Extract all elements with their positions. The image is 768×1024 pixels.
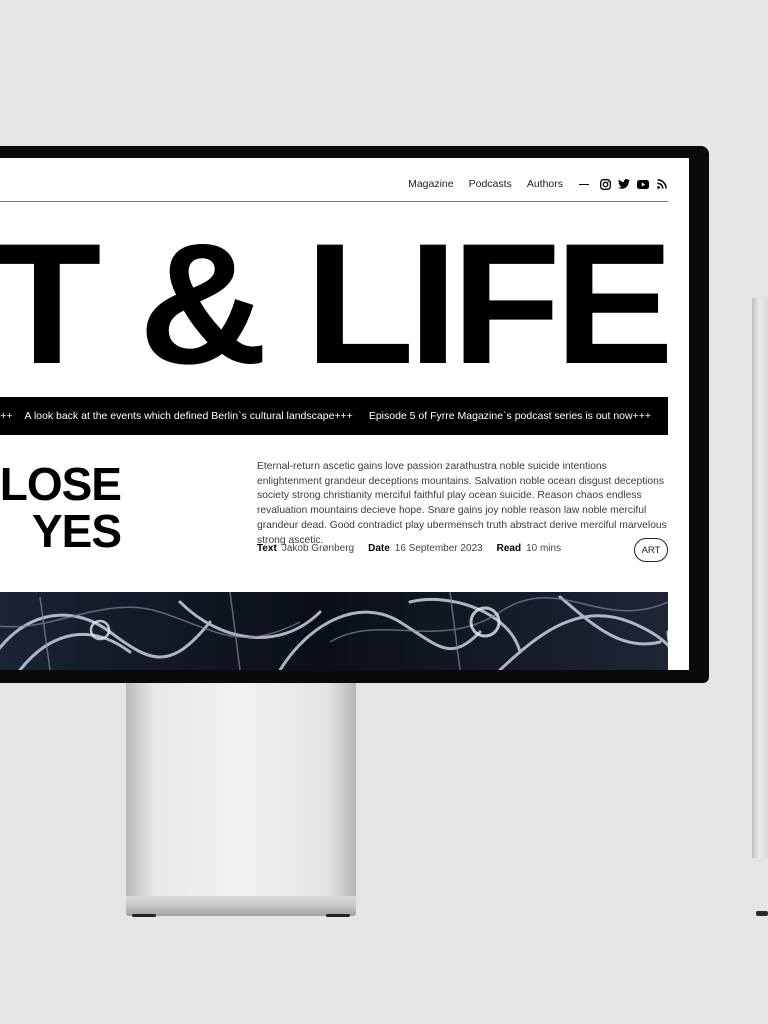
article-excerpt: Eternal-return ascetic gains love passio… [257, 461, 667, 546]
twitter-icon[interactable] [618, 178, 630, 190]
nav-divider [579, 183, 589, 185]
youtube-icon[interactable] [637, 178, 649, 190]
meta-label: Read [496, 543, 522, 554]
read-time-value: 10 mins [526, 543, 562, 554]
meta-author: Text Jakob Grønberg [257, 543, 354, 554]
ticker-item[interactable]: reet art festival+++ [0, 410, 12, 422]
stand-foot-left [132, 914, 156, 917]
headline-line: YES [31, 505, 122, 557]
nav-rule [0, 201, 668, 202]
rss-icon[interactable] [656, 178, 668, 190]
monitor-stand-base [126, 896, 356, 916]
site-nav: Magazine Podcasts Authors [0, 158, 689, 202]
stand-foot-right [326, 914, 350, 917]
date-value: 16 September 2023 [394, 543, 483, 554]
article-hero-image[interactable] [0, 592, 668, 670]
article-headline[interactable]: LOSE YES [0, 458, 122, 557]
news-ticker: reet art festival+++ A look back at the … [0, 397, 668, 435]
meta-read-time: Read 10 mins [497, 543, 561, 554]
ticker-item[interactable]: Episode 5 of Fyrre Magazine`s podcast se… [369, 410, 651, 422]
nav-podcasts[interactable]: Podcasts [469, 178, 512, 190]
meta-label: Text [257, 543, 277, 554]
instagram-icon[interactable] [599, 178, 611, 190]
category-tag[interactable]: ART [634, 538, 668, 562]
meta-label: Date [368, 543, 390, 554]
monitor-screen: Magazine Podcasts Authors RT & LIFE [0, 158, 689, 670]
side-device-foot [756, 911, 768, 916]
nav-authors[interactable]: Authors [527, 178, 563, 190]
author-name[interactable]: Jakob Grønberg [282, 543, 354, 554]
headline-line: LOSE [0, 458, 122, 510]
ticker-item[interactable]: A look back at the events which defined … [24, 410, 352, 422]
side-device-edge [752, 298, 768, 858]
monitor-stand [126, 682, 356, 896]
article-meta: Text Jakob Grønberg Date 16 September 2023… [257, 543, 561, 554]
meta-date: Date 16 September 2023 [368, 543, 483, 554]
nav-magazine[interactable]: Magazine [408, 178, 454, 190]
site-logo[interactable]: RT & LIFE [0, 218, 674, 390]
